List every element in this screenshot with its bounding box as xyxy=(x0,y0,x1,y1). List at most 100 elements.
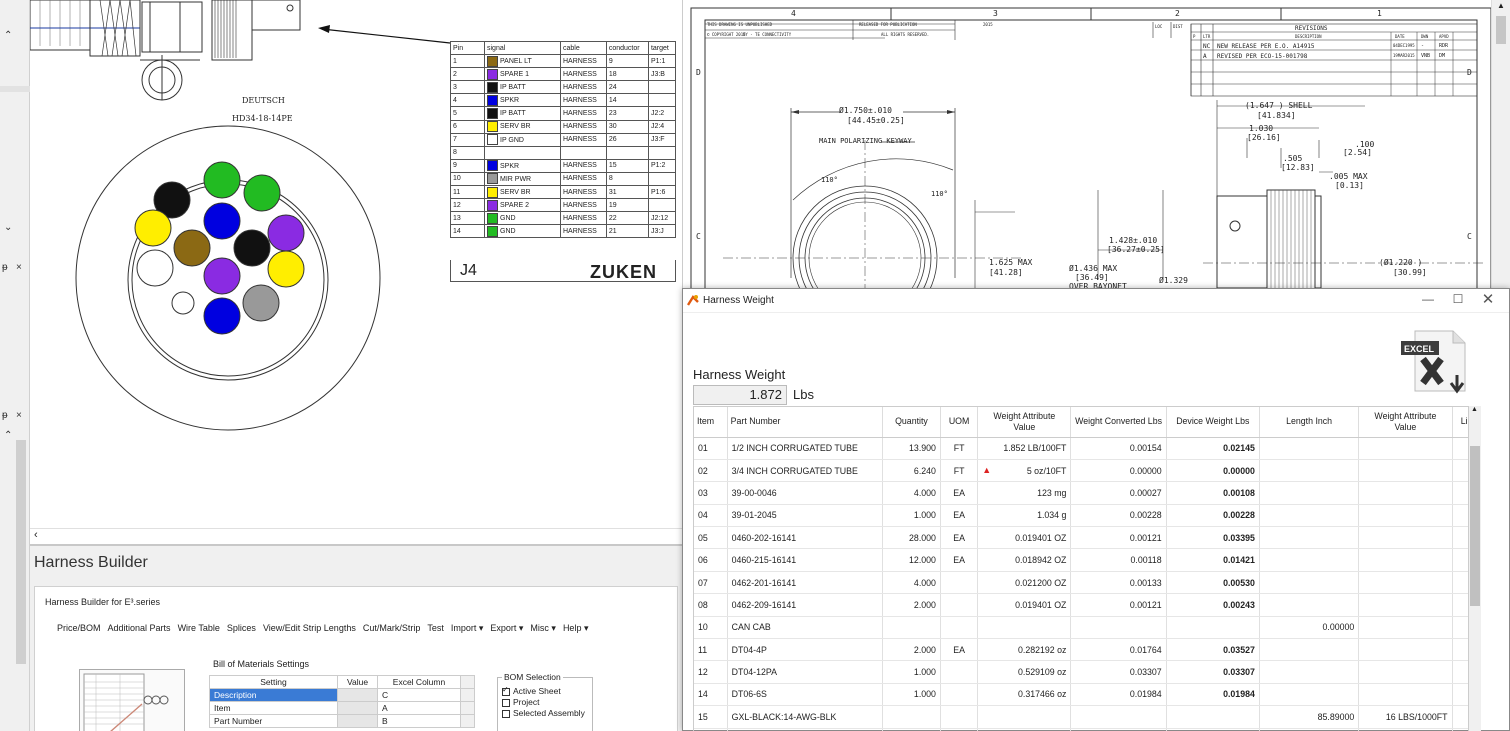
part-number-cell: DT04-4P xyxy=(727,638,883,662)
grid-scroll-cell[interactable] xyxy=(460,688,475,702)
builder-menu-item[interactable]: Wire Table xyxy=(178,623,220,634)
line-cell xyxy=(1452,705,1468,729)
weight-table-header[interactable]: UOM xyxy=(940,407,979,438)
grid-excel-column[interactable]: A xyxy=(377,701,461,715)
grid-scroll-cell[interactable] xyxy=(460,714,475,728)
weight-attribute-value: 0.282192 oz xyxy=(1017,644,1067,655)
scroll-thumb[interactable] xyxy=(16,440,26,664)
weight-table-header[interactable]: Line L xyxy=(1452,407,1468,438)
grid-value[interactable] xyxy=(337,714,378,728)
uom-cell xyxy=(940,593,979,617)
pin-cable: HARNESS xyxy=(560,54,607,69)
weight-table-row[interactable]: 03 39-00-0046 4.000 EA 123 mg 0.00027 0.00108 xyxy=(694,481,1468,505)
weight-table-row[interactable]: 01 1/2 INCH CORRUGATED TUBE 13.900 FT 1.852 … xyxy=(694,437,1468,460)
weight-table-row[interactable]: 06 0460-215-16141 12.000 EA 0.018942 OZ 0.001… xyxy=(694,548,1468,572)
builder-menu-item[interactable]: Splices xyxy=(227,623,256,634)
chevron-down-icon[interactable]: ⌄ xyxy=(4,222,12,233)
weight-table-row[interactable]: 14 DT06-6S 1.000 0.317466 oz 0.01984 0.01984 xyxy=(694,683,1468,707)
builder-menu-item[interactable]: Additional Parts xyxy=(108,623,171,634)
checkbox[interactable] xyxy=(502,698,510,707)
pin-icon[interactable]: ᵽ xyxy=(2,410,8,421)
builder-menu-item[interactable]: Test xyxy=(427,623,444,634)
weight-table-scrollbar[interactable]: ▲ xyxy=(1469,406,1481,731)
weight-table-header[interactable]: Quantity xyxy=(882,407,941,438)
weight-table-row[interactable]: 10 CAN CAB 0.00000 xyxy=(694,616,1468,640)
chevron-left-icon[interactable]: ‹ xyxy=(34,529,38,541)
drawing-annotation: [41.834] xyxy=(1257,111,1296,120)
pin-signal: SPARE 1 xyxy=(500,71,530,79)
weight-table-header[interactable]: Item xyxy=(694,407,728,438)
grid-setting[interactable]: Description xyxy=(209,688,338,702)
part-number-cell: CAN CAB xyxy=(727,616,883,640)
builder-menu-item[interactable]: Cut/Mark/Strip xyxy=(363,623,421,634)
grid-row[interactable]: Part Number B xyxy=(209,714,475,728)
chevron-up-icon[interactable]: ⌃ xyxy=(4,30,12,41)
scroll-up-icon[interactable]: ▲ xyxy=(1471,406,1478,413)
scroll-thumb[interactable] xyxy=(1470,446,1480,606)
weight-table-header[interactable]: Weight Attribute Value xyxy=(977,407,1072,438)
chevron-up-icon[interactable]: ⌃ xyxy=(4,430,12,441)
builder-menu-item[interactable]: Export ▾ xyxy=(490,623,523,634)
quantity-cell: 4.000 xyxy=(882,571,941,595)
weight-table-header[interactable]: Weight Attribute Value xyxy=(1358,407,1453,438)
device-weight-cell: 0.00108 xyxy=(1166,481,1260,505)
builder-menu-item[interactable]: Price/BOM xyxy=(57,623,101,634)
pin-table: Pin signal cable conductor target 1 PANEL LT H… xyxy=(450,40,677,239)
grid-row[interactable]: Item A xyxy=(209,701,475,715)
weight-table-row[interactable]: 12 DT04-12PA 1.000 0.529109 oz 0.03307 0.0330… xyxy=(694,660,1468,684)
weight-table-row[interactable]: 05 0460-202-16141 28.000 EA 0.019401 OZ 0.001… xyxy=(694,526,1468,550)
weight-table-header[interactable]: Weight Converted Lbs xyxy=(1070,407,1167,438)
weight-table-header[interactable]: Device Weight Lbs xyxy=(1166,407,1260,438)
horizontal-scrollbar[interactable]: ‹ xyxy=(30,528,682,544)
pin-signal-cell: GND xyxy=(484,211,561,226)
bom-option[interactable]: Active Sheet xyxy=(502,685,588,697)
grid-value[interactable] xyxy=(337,688,378,702)
minimize-icon[interactable]: — xyxy=(1413,292,1443,306)
quantity-cell: 4.000 xyxy=(882,481,941,505)
builder-menu-item[interactable]: Import ▾ xyxy=(451,623,484,634)
bom-option[interactable]: Selected Assembly xyxy=(502,708,588,719)
weight-table-row[interactable]: 08 0462-209-16141 2.000 0.019401 OZ 0.00121 0… xyxy=(694,593,1468,617)
weight-table-row[interactable]: 15 GXL-BLACK:14-AWG-BLK 85.89000 16 LBS/100… xyxy=(694,705,1468,729)
bom-option[interactable]: Project xyxy=(502,697,588,708)
weight-table-row[interactable]: 04 39-01-2045 1.000 EA 1.034 g 0.00228 0.00228 xyxy=(694,504,1468,528)
checkbox[interactable] xyxy=(502,709,510,718)
grid-excel-column[interactable]: B xyxy=(377,714,461,728)
dialog-titlebar[interactable]: Harness Weight — ☐ ✕ xyxy=(683,289,1509,313)
scroll-up-icon[interactable]: ▲ xyxy=(1497,1,1505,10)
close-icon[interactable]: × xyxy=(16,410,22,421)
weight-table-row[interactable]: 02 3/4 INCH CORRUGATED TUBE 6.240 FT ▲ 5 oz/1… xyxy=(694,459,1468,483)
scroll-thumb[interactable] xyxy=(1496,16,1506,44)
grid-value[interactable] xyxy=(337,701,378,715)
pin-icon[interactable]: ᵽ xyxy=(2,262,8,273)
bom-option-label: Active Sheet xyxy=(513,686,561,696)
builder-menu-item[interactable]: Help ▾ xyxy=(563,623,589,634)
grid-scroll-cell[interactable] xyxy=(460,701,475,715)
weight-table-header[interactable]: Part Number xyxy=(727,407,883,438)
part-number-cell: 39-00-0046 xyxy=(727,481,883,505)
weight-attribute-2-cell: 16 LBS/1000FT xyxy=(1358,705,1453,729)
weight-table-row[interactable]: 11 DT04-4P 2.000 EA 0.282192 oz 0.01764 0.0352… xyxy=(694,638,1468,662)
bom-settings-grid[interactable]: Setting Value Excel Column Description C Ite… xyxy=(209,675,475,728)
checkbox[interactable] xyxy=(502,685,510,696)
weight-table-header[interactable]: Length Inch xyxy=(1259,407,1360,438)
weight-table-row[interactable]: 07 0462-201-16141 4.000 0.021200 OZ 0.00133 0… xyxy=(694,571,1468,595)
grid-setting[interactable]: Item xyxy=(209,701,338,715)
drawing-annotation: .505 xyxy=(1283,154,1303,163)
maximize-icon[interactable]: ☐ xyxy=(1443,292,1473,306)
drawing-annotation: 110° xyxy=(931,190,948,198)
close-icon[interactable]: ✕ xyxy=(1473,290,1503,308)
pin-signal: SPKR xyxy=(500,162,520,170)
grid-row[interactable]: Description C xyxy=(209,688,475,702)
pin-cavity xyxy=(171,291,195,315)
wire-color-swatch xyxy=(487,121,498,133)
close-icon[interactable]: × xyxy=(16,262,22,273)
drawing-annotation: Ø1.329 xyxy=(1159,276,1188,285)
grid-excel-column[interactable]: C xyxy=(377,688,461,702)
grid-setting[interactable]: Part Number xyxy=(209,714,338,728)
item-cell: 06 xyxy=(694,548,728,572)
export-excel-button[interactable]: EXCEL xyxy=(1395,325,1475,401)
builder-menu-item[interactable]: View/Edit Strip Lengths xyxy=(263,623,356,634)
pin-signal-cell: SPARE 1 xyxy=(484,67,561,82)
builder-menu-item[interactable]: Misc ▾ xyxy=(530,623,556,634)
